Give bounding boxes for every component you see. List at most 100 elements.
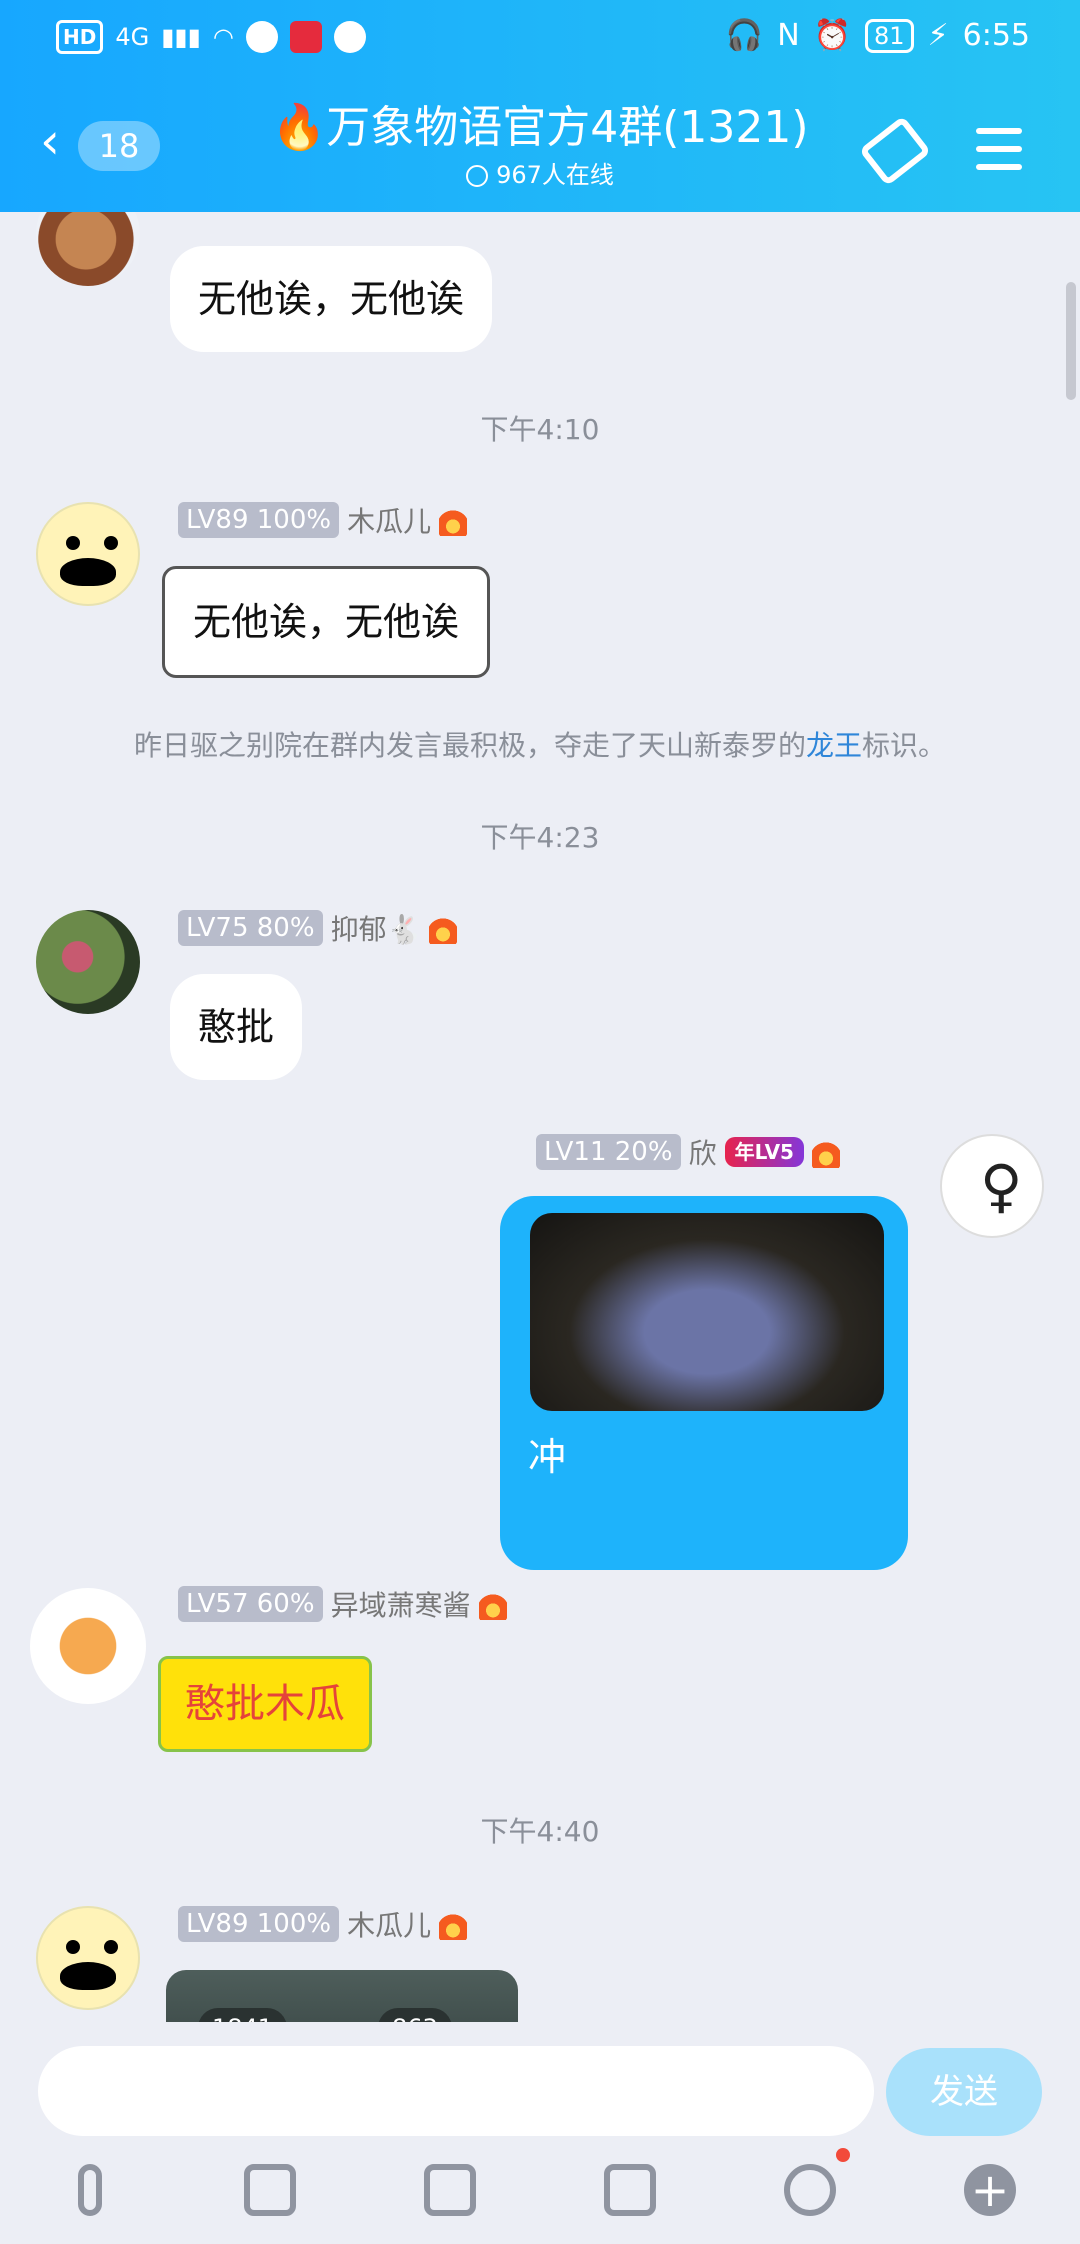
timestamp: 下午4:23 [480,821,600,854]
avatar-mouth [60,558,116,586]
notice-text: 昨日驱之别院在群内发言最积极，夺走了天山新泰罗的 [133,729,806,762]
message-bubble[interactable]: 憨批木瓜 [158,1656,372,1752]
sender-name[interactable]: 异域萧寒酱 [331,1584,471,1624]
fire-icon [478,1588,507,1620]
level-percent: 20% [614,1137,673,1167]
avatar-eye [104,536,118,550]
sender-name[interactable]: 木瓜儿 [347,500,431,540]
online-text: 967人在线 [496,161,614,189]
avatar[interactable]: ♀ [940,1134,1044,1238]
message-bubble[interactable]: 憨批 [170,974,303,1080]
sender-name[interactable]: 欣 [689,1132,717,1172]
avatar[interactable] [36,502,140,606]
notice-text: 标识。 [862,729,947,762]
stat-pill: 1841 [198,2008,288,2022]
level-percent: 100% [256,1909,332,1939]
level-percent: 60% [256,1589,315,1619]
timestamp: 下午4:10 [480,413,600,446]
message-list[interactable]: 无他诶，无他诶 下午4:10 LV89 100% 木瓜儿 无他诶，无他诶 昨日驱… [0,212,1080,2022]
wifi-icon: ◠ [212,23,234,51]
plus-icon[interactable]: + [960,2160,1020,2220]
avatar[interactable] [36,910,140,1014]
plus-sign: + [970,2163,1010,2217]
level-text: LV57 [186,1589,249,1619]
menu-line [976,128,1022,134]
level-badge: LV11 20% [536,1134,681,1170]
emoji-icon[interactable] [780,2148,850,2220]
dragon-king-link[interactable]: 龙王 [806,729,862,762]
sender-line: LV89 100% 木瓜儿 [178,500,468,540]
avatar-mouth [60,1962,116,1990]
game-image-message[interactable]: 1841 863 [166,1970,518,2022]
globe-icon [245,21,278,53]
hd-indicator: HD [56,20,104,54]
sender-line: LV89 100% 木瓜儿 [178,1904,468,1944]
fire-icon [429,912,458,944]
battery-indicator: 81 [865,18,914,53]
alarm-icon: ⏰ [813,18,851,53]
level-text: LV11 [544,1137,607,1167]
avatar-eye [104,1940,118,1954]
fire-icon [811,1136,840,1168]
message-bubble[interactable]: 无他诶，无他诶 [162,566,491,678]
image-shape [244,2164,296,2216]
sender-name[interactable]: 木瓜儿 [347,1904,431,1944]
notification-dot [836,2148,850,2162]
signal-icon: ▮▮▮ [161,23,201,51]
level-percent: 100% [256,505,332,535]
message-input[interactable] [38,2046,874,2136]
stick-figure-icon: ♀ [980,1152,1023,1220]
avatar[interactable] [36,212,140,286]
network-indicator: 4G [115,23,150,51]
toolbar: + [0,2148,1080,2220]
fire-icon [439,1908,468,1940]
sender-line: LV57 60% 异域萧寒酱 [178,1584,507,1624]
red-packet-shape [604,2164,656,2216]
avatar[interactable] [36,1906,140,2010]
app-notification-icon [289,21,322,53]
timestamp: 下午4:40 [480,1815,600,1848]
annual-level-badge: 年LV5 [724,1137,804,1167]
level-text: LV89 [186,505,249,535]
tag-icon [858,115,932,187]
input-bar: 发送 + [0,2022,1080,2244]
avatar-eye [66,536,80,550]
level-badge: LV57 60% [178,1586,323,1622]
browser-icon [333,21,366,53]
level-percent: 80% [256,913,315,943]
avatar[interactable] [30,1588,146,1704]
level-text: LV75 [186,913,249,943]
scrollbar[interactable] [1066,282,1076,400]
avatar-eye [66,1940,80,1954]
red-packet-icon[interactable] [600,2160,660,2220]
level-text: LV89 [186,1909,249,1939]
image-icon[interactable] [240,2160,300,2220]
emoji-shape [784,2164,836,2216]
chat-header: HD 4G ▮▮▮ ◠ 🎧 N ⏰ 81 ⚡ 6:55 ‹ 18 🔥万象物语官方… [0,0,1080,212]
stat-pill: 863 [378,2008,452,2022]
headset-icon: 🎧 [725,18,764,53]
message-bubble[interactable]: 无他诶，无他诶 [170,246,493,352]
group-tag-button[interactable] [858,115,932,187]
menu-button[interactable] [964,116,1034,186]
charging-icon: ⚡ [927,18,949,53]
sender-name[interactable]: 抑郁🐇 [331,908,422,948]
game-screenshot-image[interactable] [530,1213,884,1411]
fire-icon [439,504,468,536]
camera-shape [424,2164,476,2216]
level-badge: LV89 100% [178,502,340,538]
message-caption: 冲 [528,1435,567,1479]
online-check-icon [466,165,489,187]
nfc-icon: N [777,18,800,53]
camera-icon[interactable] [420,2160,480,2220]
clock: 6:55 [962,18,1030,53]
mic-shape [78,2164,102,2216]
menu-line [976,146,1022,152]
system-notice: 昨日驱之别院在群内发言最积极，夺走了天山新泰罗的龙王标识。 [0,724,1080,764]
mic-icon[interactable] [60,2160,120,2220]
status-bar: HD 4G ▮▮▮ ◠ 🎧 N ⏰ 81 ⚡ 6:55 [0,0,1080,80]
sender-line: LV11 20% 欣 年LV5 [536,1132,840,1172]
menu-line [976,164,1022,170]
send-button[interactable]: 发送 [886,2048,1042,2136]
level-badge: LV89 100% [178,1906,340,1942]
